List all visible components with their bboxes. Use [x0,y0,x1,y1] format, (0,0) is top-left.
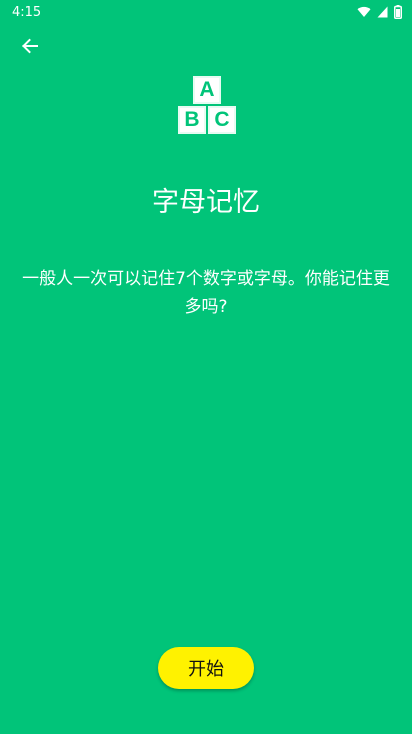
status-bar: 4:15 [0,0,412,24]
arrow-left-icon [21,38,39,58]
game-description: 一般人一次可以记住7个数字或字母。你能记住更多吗? [22,269,390,317]
battery-icon [394,5,402,19]
signal-icon [377,6,388,18]
wifi-icon [357,6,371,18]
page-title: 字母记忆 [152,187,260,218]
back-button[interactable] [14,34,46,62]
abc-blocks-logo: A B C [176,74,238,136]
status-icons [357,5,402,19]
logo-block-b: B [178,106,206,134]
status-time: 4:15 [12,4,42,20]
start-button[interactable]: 开始 [158,647,254,689]
logo-block-c: C [208,106,236,134]
logo-block-a: A [193,76,221,104]
